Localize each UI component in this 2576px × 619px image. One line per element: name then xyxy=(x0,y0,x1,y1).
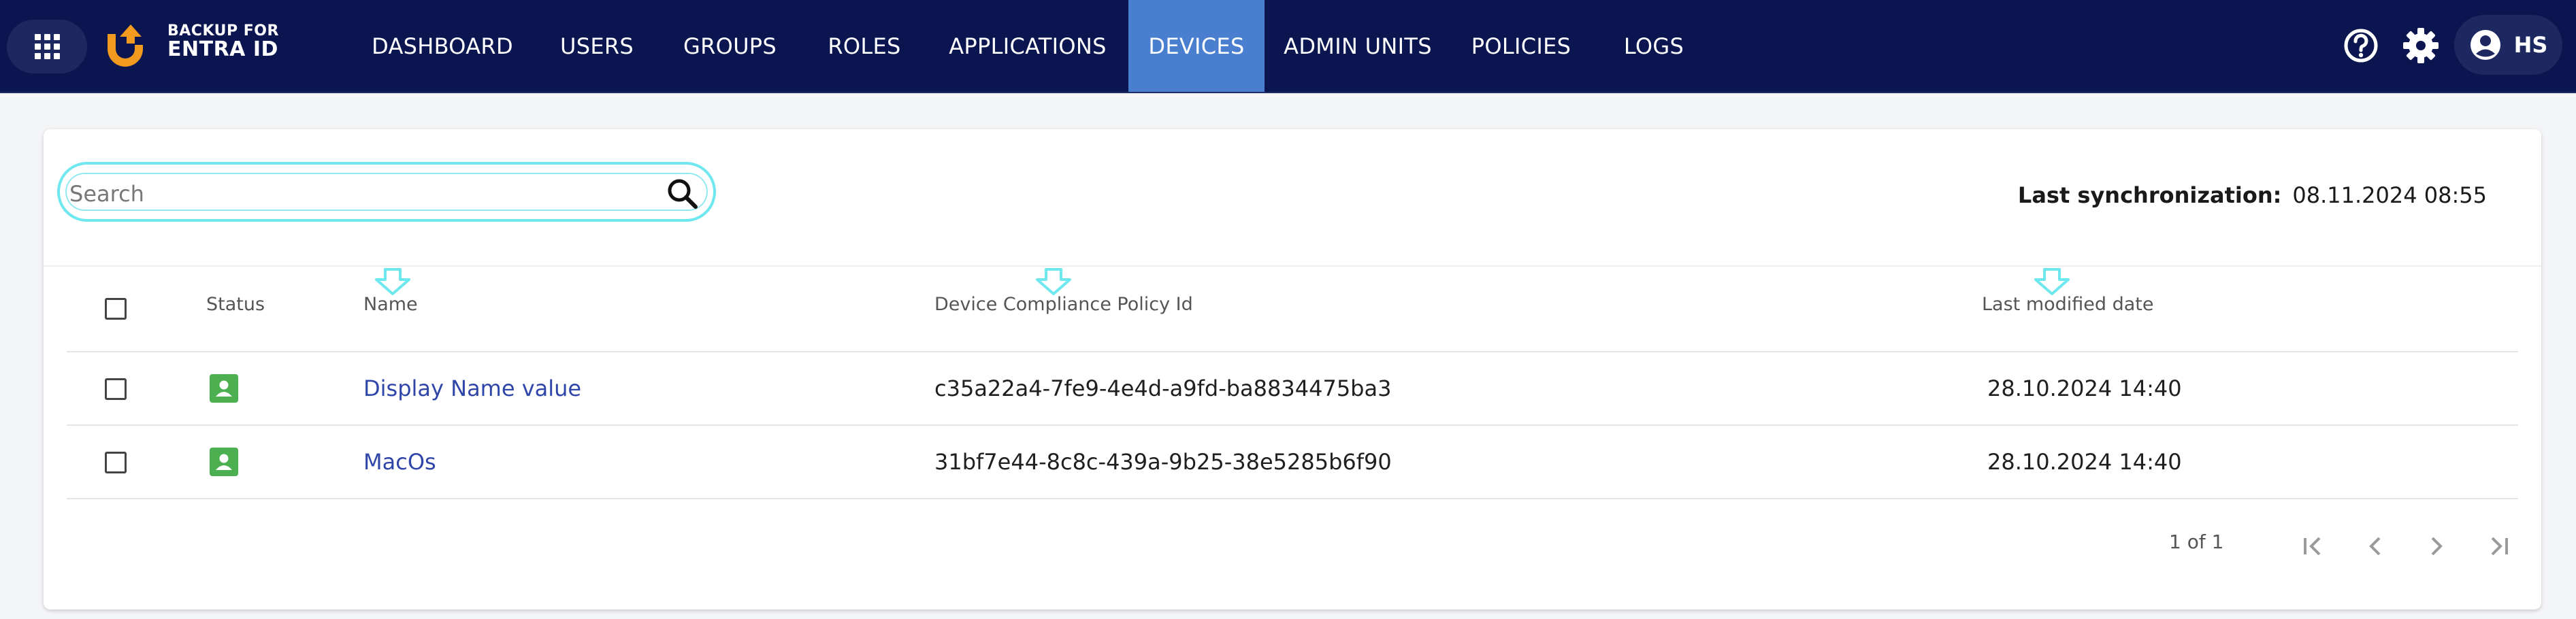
row-divider xyxy=(67,498,2518,499)
first-page-icon[interactable] xyxy=(2295,527,2333,565)
nav-users[interactable]: USERS xyxy=(553,0,641,92)
sort-arrow-down-icon[interactable] xyxy=(2032,267,2072,296)
top-navigation-bar: BACKUP FOR ENTRA ID DASHBOARD USERS GROU… xyxy=(0,0,2576,93)
row-checkbox[interactable] xyxy=(105,378,127,400)
help-icon[interactable] xyxy=(2341,26,2381,65)
brand-line-1: BACKUP FOR xyxy=(167,22,279,39)
status-active-icon xyxy=(210,448,238,476)
last-modified: 28.10.2024 14:40 xyxy=(1987,449,2182,475)
status-active-icon xyxy=(210,374,238,403)
next-page-icon[interactable] xyxy=(2417,527,2456,565)
policy-id: 31bf7e44-8c8c-439a-9b25-38e5285b6f90 xyxy=(934,449,1392,475)
search-input[interactable] xyxy=(68,173,670,215)
nav-applications[interactable]: APPLICATIONS xyxy=(943,0,1113,92)
divider xyxy=(44,265,2541,267)
select-all-checkbox[interactable] xyxy=(105,298,127,320)
brand-line-2: ENTRA ID xyxy=(167,37,278,62)
user-menu-button[interactable]: HS xyxy=(2454,15,2562,75)
last-modified: 28.10.2024 14:40 xyxy=(1987,375,2182,401)
last-synchronization: Last synchronization: 08.11.2024 08:55 xyxy=(2018,182,2487,208)
nav-admin-units[interactable]: ADMIN UNITS xyxy=(1279,0,1436,92)
column-header-last-modified[interactable]: Last modified date xyxy=(1982,294,2154,315)
sort-arrow-down-icon[interactable] xyxy=(373,267,412,296)
column-header-name[interactable]: Name xyxy=(363,294,418,315)
previous-page-icon[interactable] xyxy=(2356,527,2394,565)
nav-policies[interactable]: POLICIES xyxy=(1463,0,1579,92)
user-initials: HS xyxy=(2513,32,2548,58)
policy-id: c35a22a4-7fe9-4e4d-a9fd-ba8834475ba3 xyxy=(934,375,1392,401)
sync-value: 08.11.2024 08:55 xyxy=(2292,182,2487,208)
nav-roles[interactable]: ROLES xyxy=(817,0,912,92)
nav-dashboard[interactable]: DASHBOARD xyxy=(361,0,524,92)
nav-groups[interactable]: GROUPS xyxy=(674,0,786,92)
sync-label: Last synchronization: xyxy=(2017,182,2282,208)
row-checkbox[interactable] xyxy=(105,452,127,473)
nav-logs[interactable]: LOGS xyxy=(1613,0,1695,92)
brand-name[interactable]: BACKUP FOR ENTRA ID xyxy=(167,23,279,61)
devices-card: Last synchronization: 08.11.2024 08:55 St… xyxy=(44,129,2541,609)
nav-devices[interactable]: DEVICES xyxy=(1128,0,1265,92)
device-name-link[interactable]: Display Name value xyxy=(363,375,581,401)
row-divider xyxy=(67,424,2518,426)
device-name-link[interactable]: MacOs xyxy=(363,449,436,475)
apps-menu-button[interactable] xyxy=(7,20,87,73)
last-page-icon[interactable] xyxy=(2479,527,2517,565)
search-icon[interactable] xyxy=(664,175,701,212)
account-circle-icon xyxy=(2470,30,2500,60)
gear-icon[interactable] xyxy=(2401,26,2441,65)
column-header-policy-id[interactable]: Device Compliance Policy Id xyxy=(934,294,1193,315)
apps-grid-icon xyxy=(34,34,60,59)
sort-arrow-down-icon[interactable] xyxy=(1034,267,1073,296)
header-divider xyxy=(67,351,2518,352)
pagination-info: 1 of 1 xyxy=(2169,531,2224,553)
column-header-status[interactable]: Status xyxy=(206,294,265,315)
search-box xyxy=(57,162,716,222)
logo-icon xyxy=(108,24,143,67)
